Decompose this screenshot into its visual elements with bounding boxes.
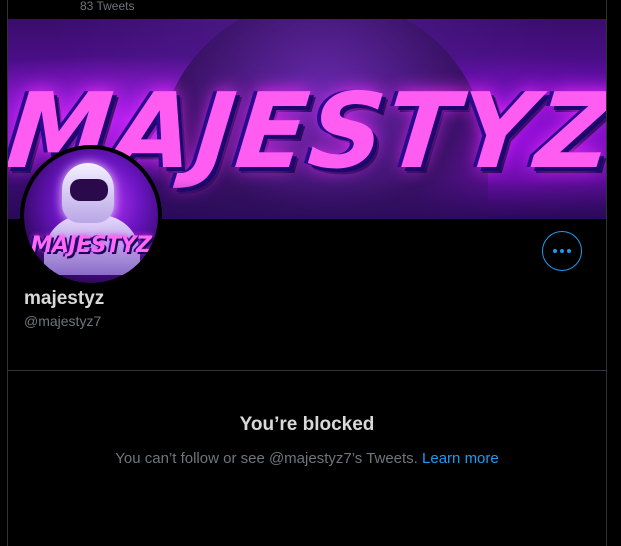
blocked-message-row: You can’t follow or see @majestyz7’s Twe… xyxy=(8,450,606,467)
display-name: majestyz xyxy=(24,288,105,309)
blocked-message: You can’t follow or see @majestyz7’s Twe… xyxy=(115,450,423,467)
learn-more-link[interactable]: Learn more xyxy=(422,450,499,467)
divider xyxy=(8,370,606,371)
more-horizontal-icon xyxy=(553,249,571,253)
blocked-title: You’re blocked xyxy=(239,414,375,435)
tweet-count: 83 Tweets xyxy=(80,0,135,13)
avatar-logo-text: MAJESTYZ xyxy=(30,233,152,258)
more-options-button[interactable] xyxy=(542,231,582,271)
column-border-right xyxy=(606,0,607,546)
user-handle: @majestyz7 xyxy=(24,313,102,329)
avatar-visor xyxy=(70,179,108,201)
profile-page: 83 Tweets MAJESTYZ MAJESTYZ majestyz @ma… xyxy=(0,0,621,546)
avatar[interactable]: MAJESTYZ xyxy=(20,145,162,287)
